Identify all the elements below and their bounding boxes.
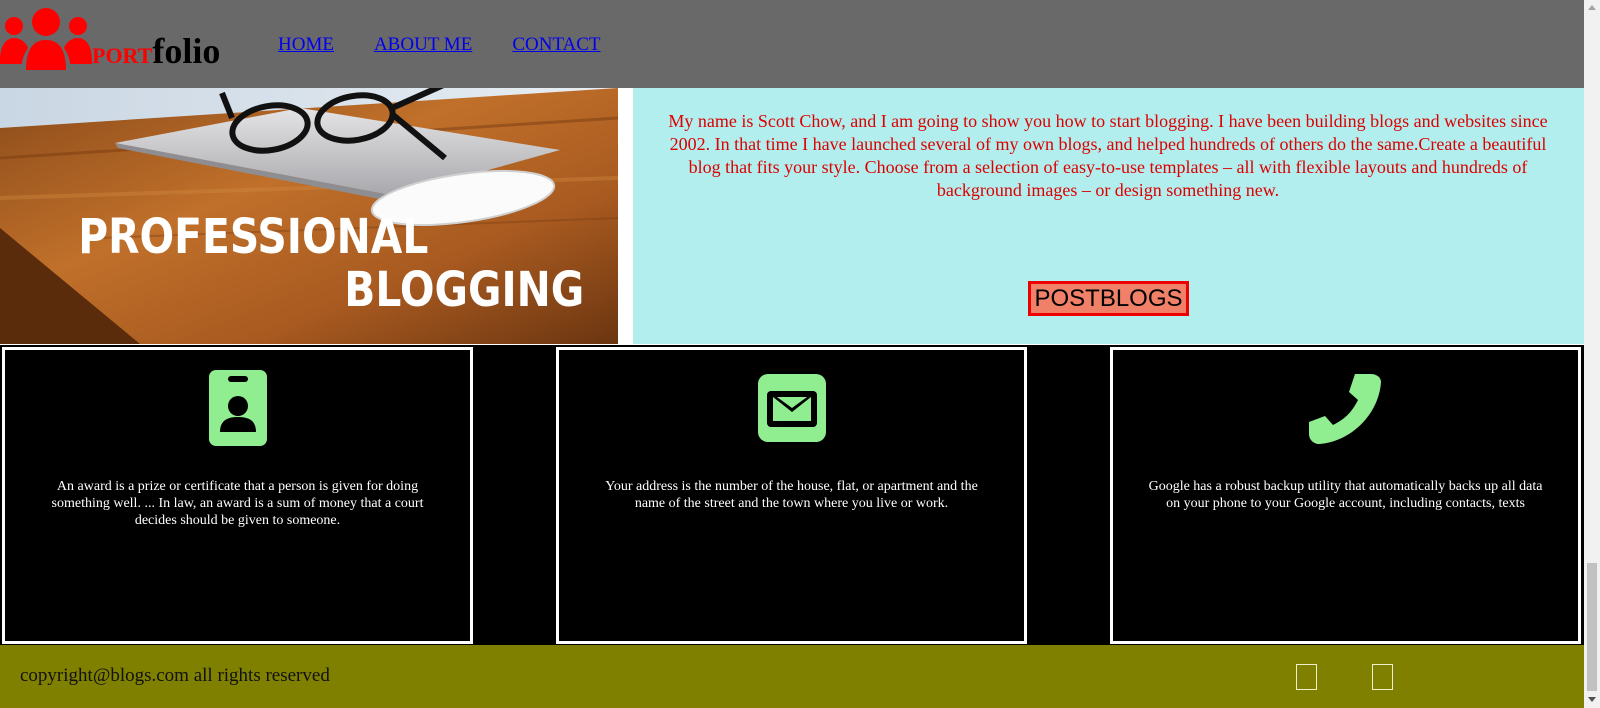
page-scrollbar[interactable] bbox=[1584, 0, 1600, 708]
id-badge-icon bbox=[208, 370, 267, 446]
postblogs-button[interactable]: POSTBLOGS bbox=[1028, 281, 1189, 316]
scroll-down-arrow-icon[interactable] bbox=[1588, 697, 1596, 702]
site-logo-text: PORTfolio bbox=[92, 30, 220, 72]
hero-desk-illustration: PROFESSIONAL BLOGGING bbox=[0, 88, 618, 344]
users-group-icon bbox=[0, 8, 92, 70]
scroll-up-arrow-icon[interactable] bbox=[1588, 5, 1596, 10]
scroll-thumb[interactable] bbox=[1587, 563, 1597, 691]
card-address: Your address is the number of the house,… bbox=[556, 347, 1027, 644]
intro-panel: My name is Scott Chow, and I am going to… bbox=[633, 88, 1584, 344]
envelope-icon bbox=[757, 374, 826, 442]
site-header: PORTfolio HOME ABOUT ME CONTACT bbox=[0, 0, 1584, 88]
phone-icon bbox=[1308, 374, 1381, 444]
nav-link-contact[interactable]: CONTACT bbox=[512, 34, 600, 56]
site-footer: copyright@blogs.com all rights reserved bbox=[0, 645, 1584, 708]
logo-port: PORT bbox=[92, 43, 153, 68]
social-link-icon[interactable] bbox=[1296, 664, 1317, 690]
card-phone: Google has a robust backup utility that … bbox=[1110, 347, 1581, 644]
social-link-icon[interactable] bbox=[1372, 664, 1393, 690]
intro-text: My name is Scott Chow, and I am going to… bbox=[668, 111, 1548, 200]
hero-title-line1: PROFESSIONAL bbox=[78, 209, 428, 265]
card-address-text: Your address is the number of the house,… bbox=[605, 479, 978, 511]
logo-folio: folio bbox=[152, 31, 221, 71]
nav-link-home[interactable]: HOME bbox=[278, 34, 334, 56]
card-phone-text: Google has a robust backup utility that … bbox=[1148, 479, 1543, 511]
hero-title-line2: BLOGGING bbox=[344, 262, 584, 318]
copyright-text: copyright@blogs.com all rights reserved bbox=[20, 665, 330, 686]
card-award: An award is a prize or certificate that … bbox=[2, 347, 473, 644]
nav-link-about-me[interactable]: ABOUT ME bbox=[374, 34, 472, 56]
hero-image: PROFESSIONAL BLOGGING bbox=[0, 88, 618, 344]
main-nav: HOME ABOUT ME CONTACT bbox=[278, 34, 601, 56]
card-award-text: An award is a prize or certificate that … bbox=[51, 479, 424, 528]
